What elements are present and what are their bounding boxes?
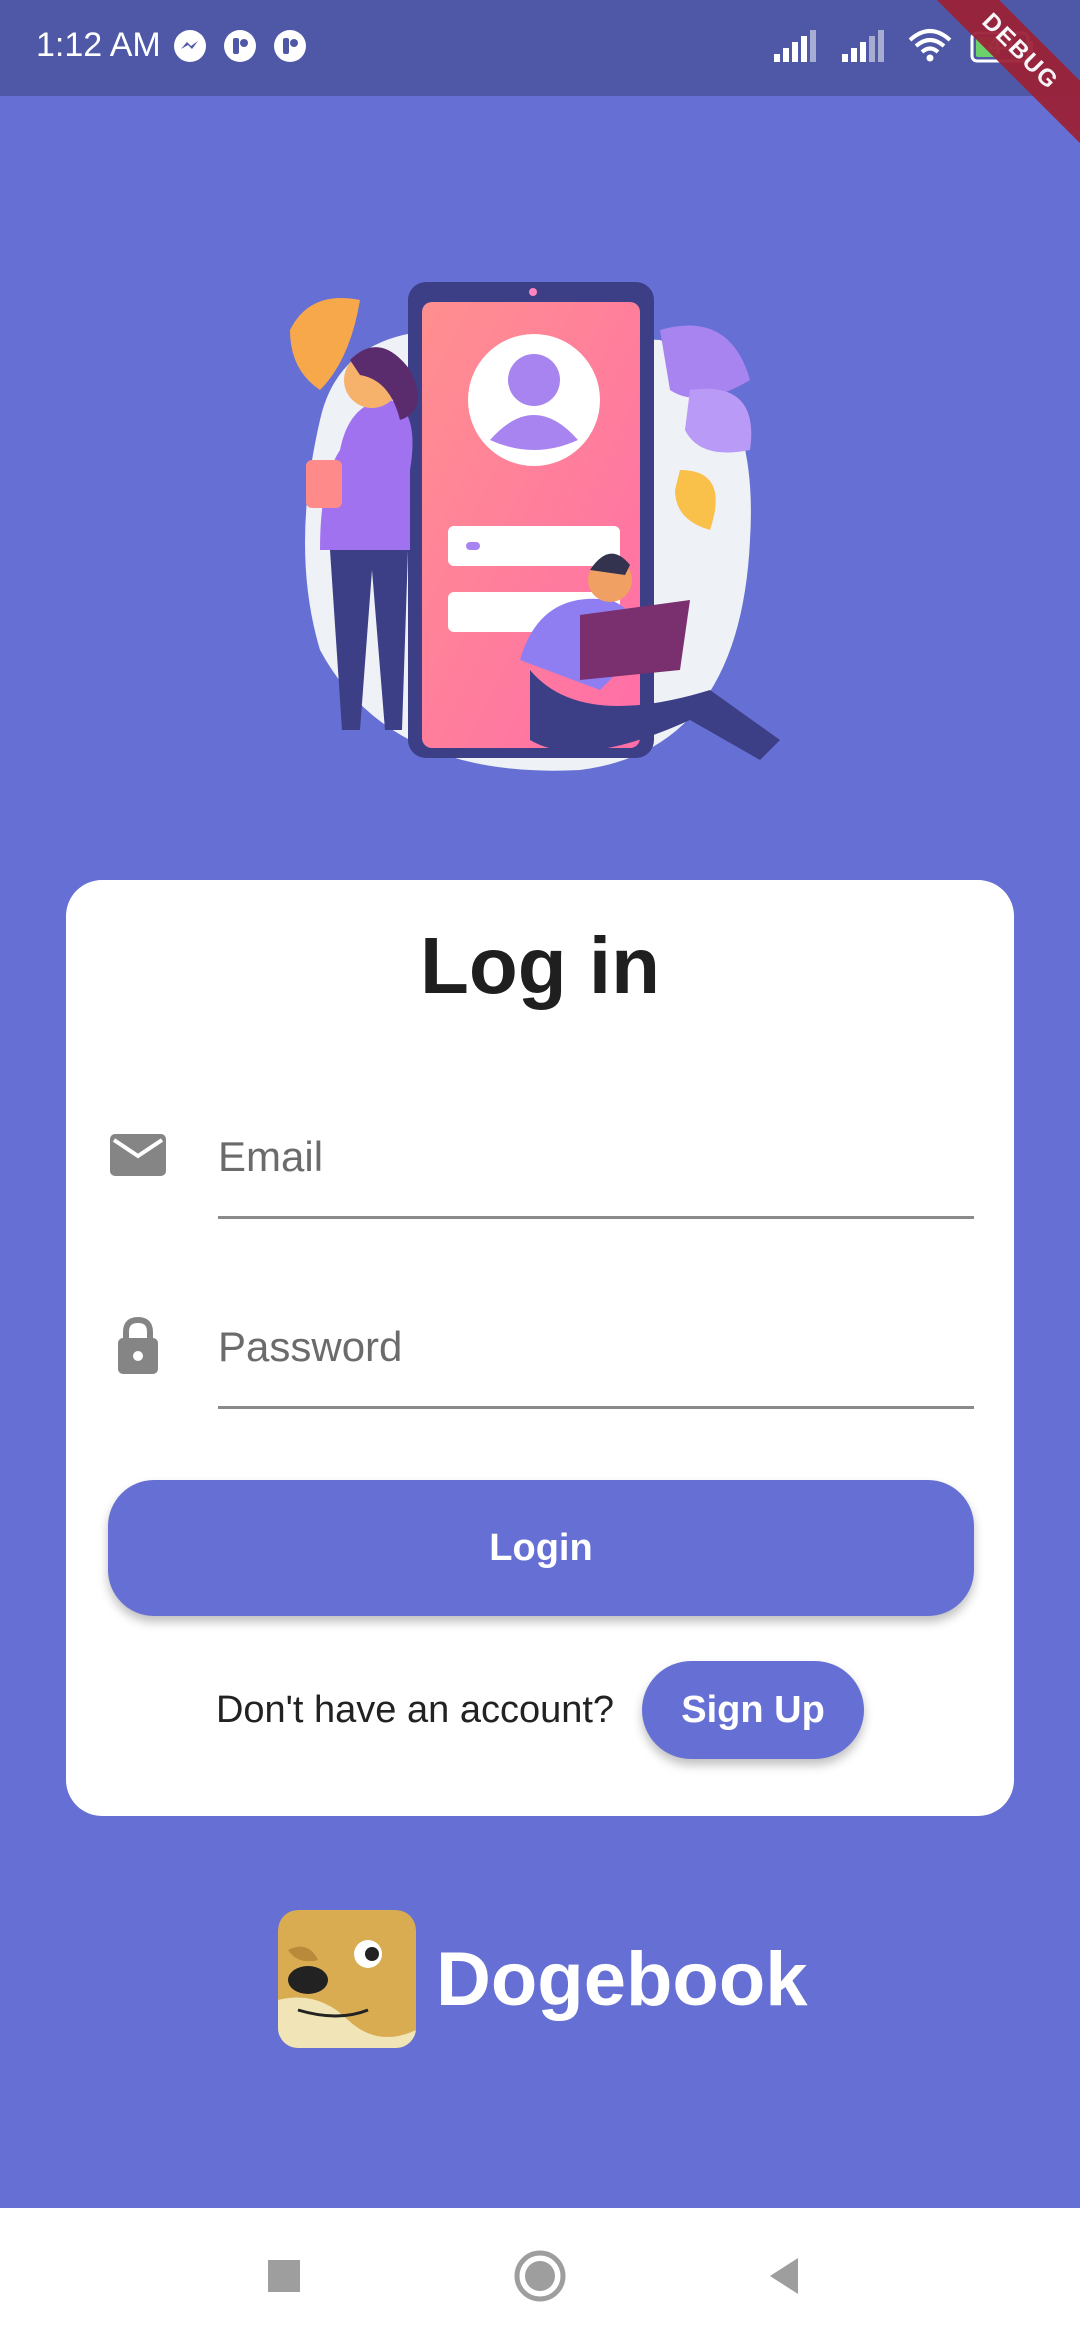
signal-icon — [774, 30, 816, 62]
login-button[interactable]: Login — [108, 1480, 974, 1616]
back-button[interactable] — [756, 2246, 816, 2306]
login-card: Log in Login Don't have an account? Sign… — [66, 880, 1014, 1816]
app-icon — [224, 30, 256, 62]
brand-name: Dogebook — [436, 1936, 808, 2022]
login-illustration — [290, 282, 780, 771]
password-field[interactable] — [218, 1288, 974, 1409]
debug-banner: DEBUG — [912, 0, 1080, 160]
password-field-row — [106, 1288, 974, 1409]
no-account-text: Don't have an account? — [215, 1688, 615, 1731]
signup-row: Don't have an account? Sign Up — [66, 1660, 1014, 1760]
status-bar: 1:12 AM DEBUG — [0, 0, 1080, 160]
wifi-icon — [908, 29, 952, 62]
email-icon — [110, 1134, 166, 1176]
doge-logo-icon — [278, 1910, 416, 2048]
sign-up-button[interactable]: Sign Up — [642, 1661, 865, 1759]
messenger-icon — [174, 30, 206, 62]
recents-button[interactable] — [254, 2246, 314, 2306]
home-button[interactable] — [510, 2246, 570, 2306]
page-title: Log in — [420, 921, 660, 1010]
email-field[interactable] — [218, 1098, 974, 1219]
email-field-row — [106, 1098, 974, 1219]
navigation-bar — [0, 2208, 1080, 2340]
signal-icon — [842, 30, 884, 62]
app-icon — [274, 30, 306, 62]
notification-icons — [172, 28, 308, 64]
brand: Dogebook — [278, 1910, 808, 2048]
lock-icon — [118, 1316, 158, 1374]
status-time: 1:12 AM — [36, 26, 161, 64]
